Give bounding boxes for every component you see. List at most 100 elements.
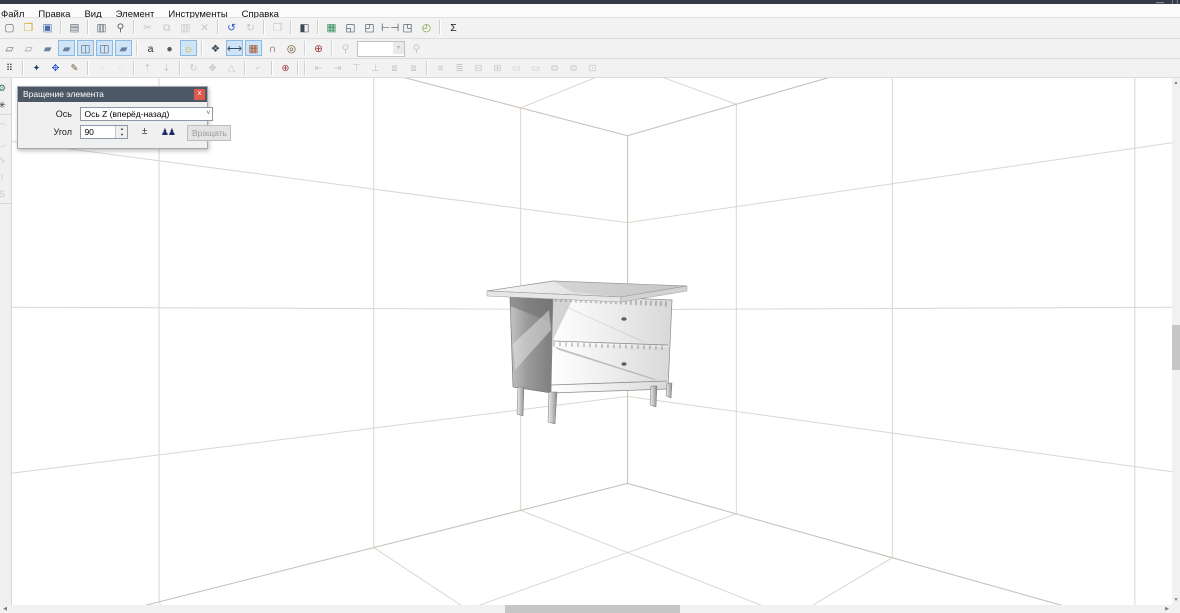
dimensions-icon[interactable]: ⊢⊣	[380, 19, 397, 35]
toolbar-separator	[439, 20, 441, 34]
scroll-left-icon[interactable]: ◀	[0, 605, 10, 613]
zoom-level-combo[interactable]: ▾	[357, 41, 405, 57]
scrollbar-corner	[1172, 605, 1180, 613]
spinner-down-icon[interactable]: ▼	[116, 132, 127, 138]
squiggle-tool-icon: ≀	[0, 168, 9, 184]
angle-spinner: ▲ ▼	[115, 126, 127, 138]
zoom-in-icon: ⚲	[408, 40, 425, 56]
snap-center-icon[interactable]: ◎	[283, 40, 300, 56]
close-icon[interactable]: x	[194, 89, 205, 100]
axis-selected-value: Ось Z (вперёд-назад)	[84, 109, 169, 119]
info-window-icon[interactable]: ◴	[418, 19, 435, 35]
view-wireframe-icon[interactable]: ▱	[1, 40, 18, 56]
save-icon[interactable]: ▣	[39, 19, 56, 35]
settings-icon[interactable]: ⚙	[0, 79, 9, 95]
pack-icon: ▭	[508, 60, 525, 75]
toolbar-separator	[304, 41, 306, 55]
horizontal-scrollbar[interactable]: ◀ ▶	[0, 605, 1172, 613]
toggle-sign-icon[interactable]: ±	[142, 125, 148, 140]
find-window-icon[interactable]: ◱	[342, 19, 359, 35]
zoom-out-icon: ⚲	[337, 40, 354, 56]
drawer-handle-bottom	[621, 362, 626, 366]
snowflake-icon[interactable]: ✳	[0, 96, 9, 112]
paste-icon: ▥	[177, 19, 194, 35]
dimension-lines-icon[interactable]: ⟷	[226, 40, 243, 56]
move-up-icon: ⇡	[139, 60, 156, 75]
toolbar-separator	[87, 61, 89, 75]
import-folder-icon: ❐	[269, 19, 286, 35]
undo-icon[interactable]: ↺	[223, 19, 240, 35]
3d-viewport[interactable]: Вращение элемента x Ось Ось Z (вперёд-на…	[12, 78, 1172, 605]
toolbar-separator	[426, 61, 428, 75]
view-render-icon[interactable]: ▰	[115, 40, 132, 56]
print-preview-icon[interactable]: ⚲	[112, 19, 129, 35]
snap-grid-icon[interactable]: ⠿	[1, 60, 18, 75]
stack-icon: ▭	[527, 60, 544, 75]
edit-element-icon[interactable]: ✎	[66, 60, 83, 75]
lamp-window-icon[interactable]: ◳	[399, 19, 416, 35]
left-toolbar: ⚙✳◠◡∿≀S	[0, 78, 12, 605]
place-element-icon[interactable]: ✦	[28, 60, 45, 75]
view-textured-icon[interactable]: ◫	[77, 40, 94, 56]
rotation-center-icon[interactable]: ⊕	[277, 60, 294, 75]
axis-label: Ось	[18, 107, 72, 122]
scroll-up-icon[interactable]: ▲	[1172, 78, 1180, 88]
align-left-icon: ⇤	[310, 60, 327, 75]
export-document-icon[interactable]: ▤	[66, 19, 83, 35]
toolbar-view: ▱▱▰▰◫◫▰a●☼❖⟷▦∩◎⊕⚲▾⚲	[0, 39, 1180, 59]
vertical-scrollbar[interactable]: ▲ ▼	[1172, 78, 1180, 605]
chevron-down-icon: ▾	[393, 42, 404, 54]
materials-list-icon[interactable]: ▦	[323, 19, 340, 35]
angle-input[interactable]	[81, 126, 118, 138]
toolbar-separator	[217, 20, 219, 34]
scene-canvas	[12, 78, 1172, 605]
scroll-down-icon[interactable]: ▼	[1172, 595, 1180, 605]
view-flat-icon[interactable]: ▰	[39, 40, 56, 56]
toolbar-separator	[22, 61, 24, 75]
axis-select[interactable]: Ось Z (вперёд-назад) ˅	[80, 107, 213, 121]
toolbar-separator	[0, 114, 11, 115]
panel-toggle-icon[interactable]: ◧	[296, 19, 313, 35]
move-down-icon: ⇣	[158, 60, 175, 75]
ungroup-icon: ⧉	[565, 60, 582, 75]
view-contour-icon[interactable]: ◫	[96, 40, 113, 56]
application-window: — ▢ ФайлПравкаВидЭлементИнструментыСправ…	[0, 0, 1180, 613]
select-window-icon[interactable]: ◰	[361, 19, 378, 35]
scroll-right-icon[interactable]: ▶	[1162, 605, 1172, 613]
light-icon[interactable]: ☼	[180, 40, 197, 56]
structure-icon[interactable]: ❖	[207, 40, 224, 56]
move-element-icon[interactable]: ✥	[47, 60, 64, 75]
toolbar-separator	[263, 20, 265, 34]
vertical-scroll-thumb[interactable]	[1172, 325, 1180, 370]
view-shaded-icon[interactable]: ▰	[58, 40, 75, 56]
dialog-titlebar[interactable]: Вращение элемента x	[18, 87, 207, 102]
cabinet-3d-object[interactable]	[487, 281, 687, 424]
move-all-icon: ✥	[204, 60, 221, 75]
fit-height-icon: ⊞	[489, 60, 506, 75]
cut-icon: ✂	[139, 19, 156, 35]
print-icon[interactable]: ▥	[93, 19, 110, 35]
spline-tool-icon: S	[0, 185, 9, 201]
sum-icon[interactable]: Σ	[445, 19, 462, 35]
new-document-icon[interactable]: ▢	[1, 19, 18, 35]
horizontal-scroll-thumb[interactable]	[505, 605, 680, 613]
copy-icon: ⧉	[158, 19, 175, 35]
rotate-button: Вращать	[187, 125, 231, 141]
align-front-icon: ⧈	[386, 60, 403, 75]
apply-to-all-icon[interactable]: ♟♟	[161, 125, 175, 140]
chevron-down-icon: ˅	[206, 108, 210, 120]
origin-icon[interactable]: ⊕	[310, 40, 327, 56]
select-region-icon: ◌	[112, 60, 129, 75]
curve-tool-icon: ◡	[0, 134, 9, 150]
view-hidden-lines-icon[interactable]: ▱	[20, 40, 37, 56]
corner-icon: ⌐	[250, 60, 267, 75]
toolbar-separator	[0, 203, 11, 204]
grid-icon[interactable]: ▦	[245, 40, 262, 56]
materials-sphere-icon[interactable]: ●	[161, 40, 178, 56]
text-labels-icon[interactable]: a	[142, 40, 159, 56]
angle-spinbox: ▲ ▼	[80, 125, 128, 139]
magnet-icon[interactable]: ∩	[264, 40, 281, 56]
mirror-icon: △	[223, 60, 240, 75]
open-file-icon[interactable]: ❒	[20, 19, 37, 35]
toolbar-separator	[244, 61, 246, 75]
